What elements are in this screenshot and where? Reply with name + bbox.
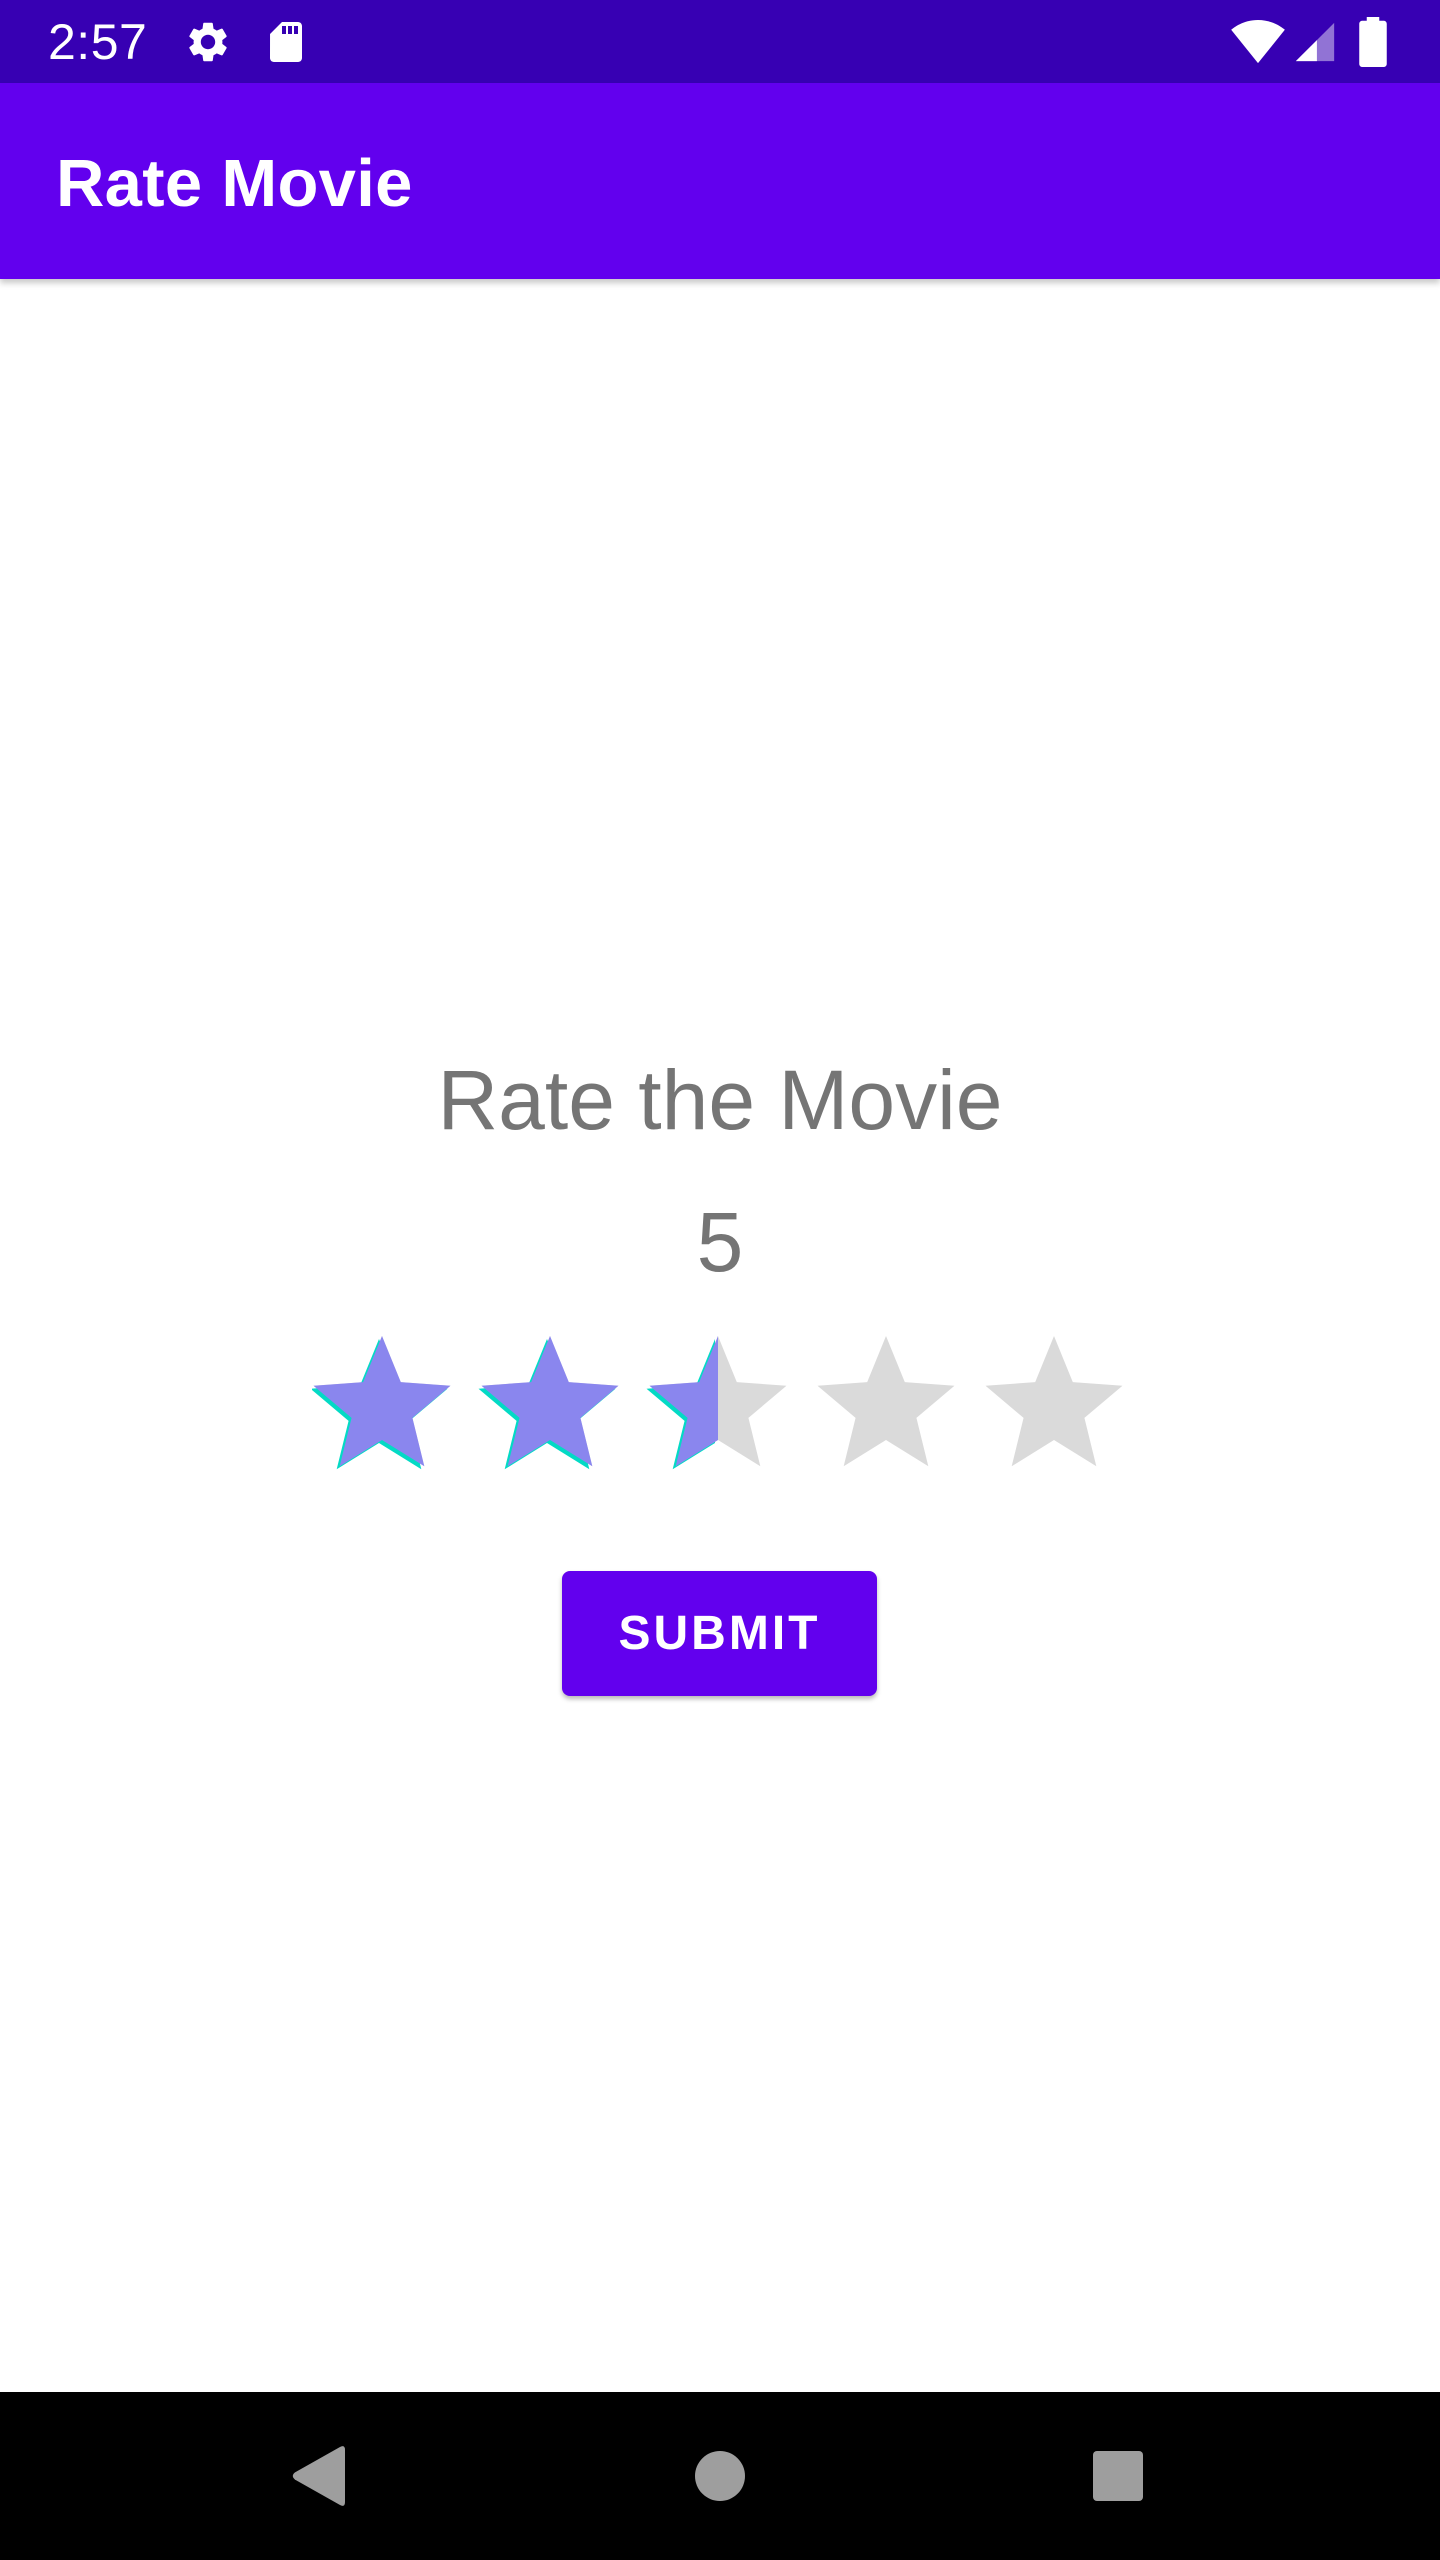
submit-button[interactable]: SUBMIT bbox=[562, 1571, 877, 1696]
back-icon[interactable] bbox=[278, 2436, 358, 2516]
rating-stars-svg[interactable] bbox=[312, 1334, 1128, 1470]
screen: 2:57 Rate Movie Rate the Movie 5 SUBMIT bbox=[0, 0, 1440, 2560]
rating-star-1[interactable] bbox=[312, 1336, 451, 1470]
rating-star-4[interactable] bbox=[817, 1336, 955, 1467]
status-bar: 2:57 bbox=[0, 0, 1440, 83]
rating-star-2[interactable] bbox=[478, 1336, 619, 1470]
status-time: 2:57 bbox=[48, 14, 148, 70]
sd-card-icon bbox=[262, 18, 310, 66]
star-filled-shape bbox=[481, 1336, 619, 1467]
recents-icon[interactable] bbox=[1078, 2436, 1158, 2516]
battery-icon bbox=[1358, 17, 1388, 67]
rating-star-5[interactable] bbox=[985, 1336, 1123, 1467]
rating-bar[interactable] bbox=[312, 1334, 1128, 1470]
rating-value: 5 bbox=[696, 1195, 744, 1289]
star-empty-shape bbox=[985, 1336, 1123, 1467]
wifi-icon bbox=[1230, 16, 1286, 66]
rate-heading: Rate the Movie bbox=[437, 1053, 1003, 1147]
rating-star-3[interactable] bbox=[646, 1336, 787, 1470]
app-title: Rate Movie bbox=[56, 146, 413, 221]
app-bar: Rate Movie bbox=[0, 83, 1440, 279]
star-empty-shape bbox=[817, 1336, 955, 1467]
cell-signal-icon bbox=[1292, 18, 1338, 66]
star-filled-shape bbox=[313, 1336, 451, 1467]
gear-icon bbox=[184, 18, 232, 66]
navigation-bar bbox=[0, 2392, 1440, 2560]
home-icon[interactable] bbox=[680, 2436, 760, 2516]
